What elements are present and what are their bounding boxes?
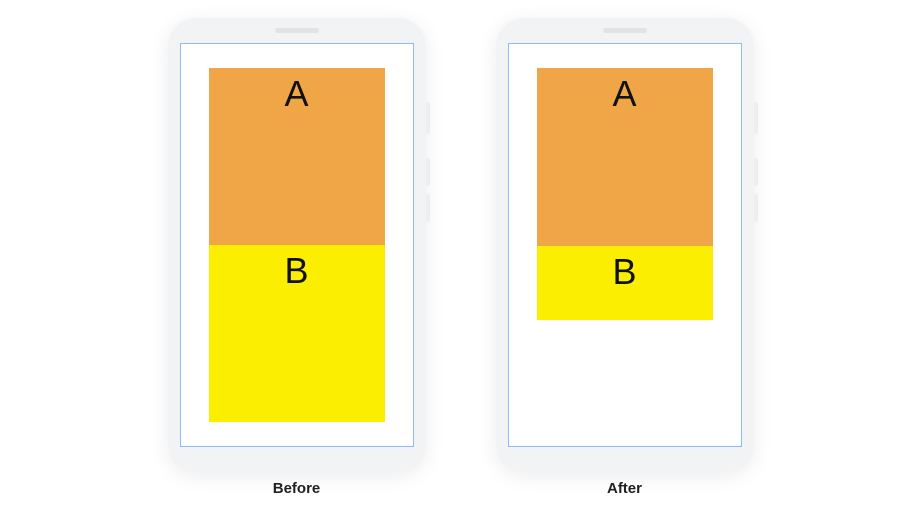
block-b-after: B	[537, 246, 713, 320]
phone-screen-before: A B	[180, 43, 414, 447]
block-b-before: B	[209, 245, 385, 422]
block-a-label: A	[284, 76, 308, 245]
volume-up-button-icon	[754, 158, 758, 186]
power-button-icon	[754, 102, 758, 134]
block-b-label: B	[612, 254, 636, 320]
volume-down-button-icon	[426, 194, 430, 222]
phone-mockup-before: A B	[168, 18, 426, 472]
phone-screen-after: A B	[508, 43, 742, 447]
volume-up-button-icon	[426, 158, 430, 186]
phone-mockup-after: A B	[496, 18, 754, 472]
power-button-icon	[426, 102, 430, 134]
volume-down-button-icon	[754, 194, 758, 222]
caption-before: Before	[273, 480, 321, 497]
before-unit: A B Before	[168, 18, 426, 497]
phone-pair: A B Before A B	[168, 18, 754, 497]
after-unit: A B After	[496, 18, 754, 497]
block-b-label: B	[284, 253, 308, 422]
diagram-stage: A B Before A B	[0, 0, 921, 511]
block-a-label: A	[612, 76, 636, 246]
block-a-before: A	[209, 68, 385, 245]
block-a-after: A	[537, 68, 713, 246]
caption-after: After	[607, 480, 642, 497]
